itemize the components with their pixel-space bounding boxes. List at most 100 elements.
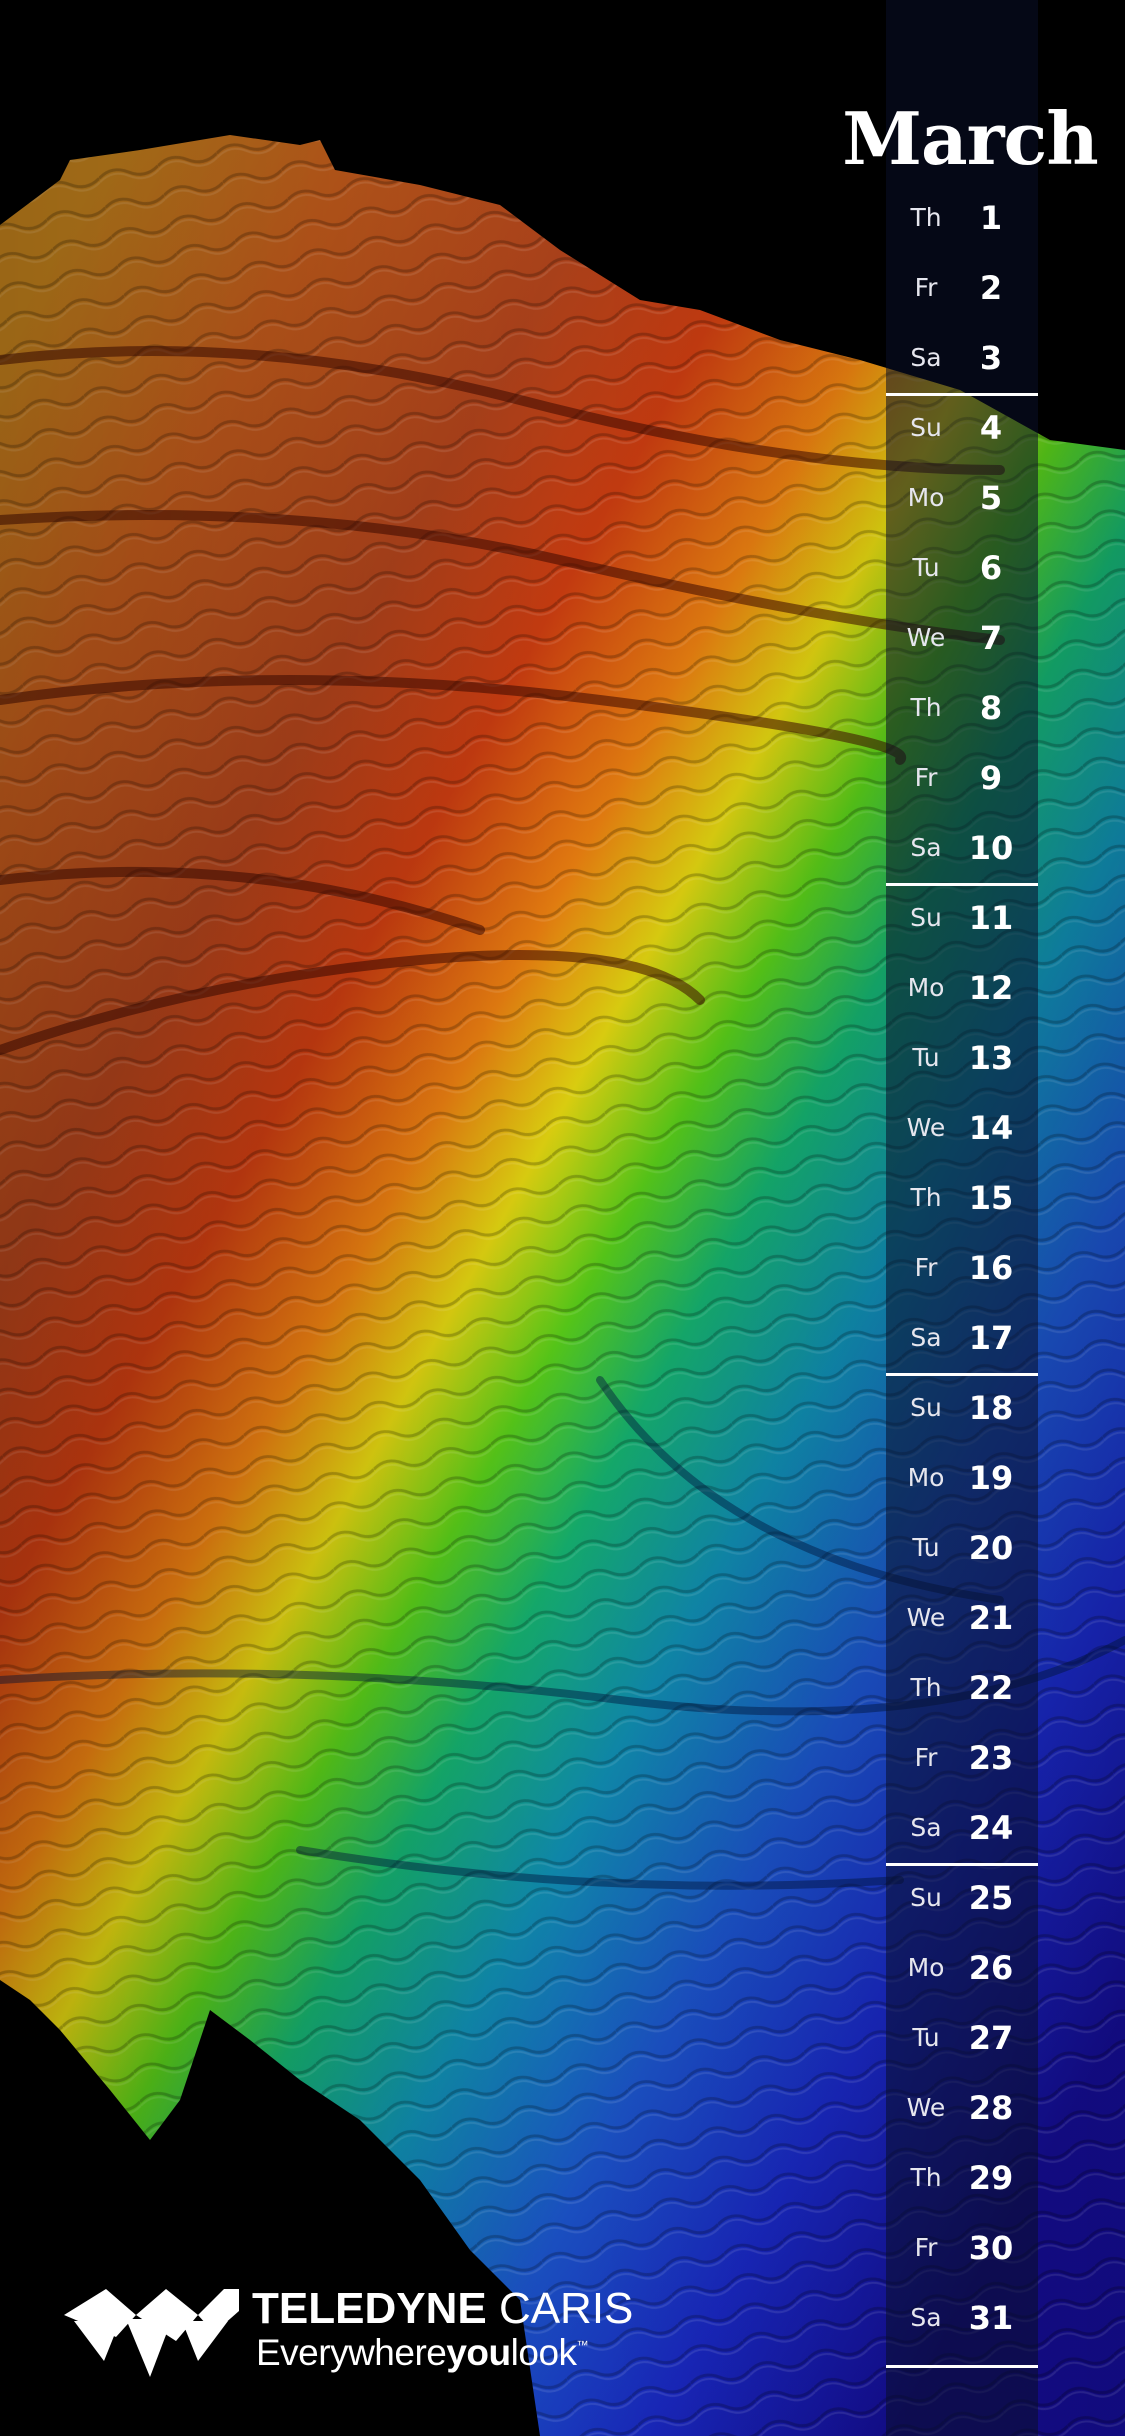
day-number: 1	[979, 199, 1003, 237]
day-of-week: We	[906, 1603, 946, 1632]
calendar-day-row: Fr 30	[886, 2213, 1038, 2283]
month-title: March	[842, 96, 1098, 181]
brand-name: TELEDYNE CARIS	[252, 2284, 633, 2334]
day-of-week: Sa	[910, 2303, 942, 2332]
tagline-part-3: look	[510, 2332, 577, 2373]
calendar-day-row: Su 11	[886, 883, 1038, 953]
day-number: 11	[968, 899, 1014, 937]
day-of-week: We	[906, 1113, 946, 1142]
day-of-week: Sa	[910, 1323, 942, 1352]
calendar-day-row: Sa 17	[886, 1303, 1038, 1373]
brand-tagline: Everywhereyoulook™	[256, 2332, 589, 2374]
day-number: 7	[979, 619, 1003, 657]
day-number: 13	[968, 1039, 1014, 1077]
teledyne-arrows-logo-icon	[64, 2289, 239, 2377]
calendar-day-row: Tu 13	[886, 1023, 1038, 1093]
calendar-day-row: Sa 10	[886, 813, 1038, 883]
calendar-day-row: Th 1	[886, 183, 1038, 253]
day-of-week: Mo	[907, 483, 945, 512]
day-of-week: Su	[910, 1883, 942, 1912]
calendar-day-row: Th 15	[886, 1163, 1038, 1233]
calendar-day-row: We 14	[886, 1093, 1038, 1163]
day-of-week: Fr	[914, 1743, 938, 1772]
day-of-week: Sa	[910, 343, 942, 372]
day-of-week: Tu	[912, 1533, 940, 1562]
day-number: 21	[968, 1599, 1014, 1637]
day-number: 26	[968, 1949, 1014, 1987]
calendar-day-row: Su 4	[886, 393, 1038, 463]
day-of-week: Mo	[907, 1953, 945, 1982]
calendar-day-row: Sa 24	[886, 1793, 1038, 1863]
calendar-day-row: Fr 9	[886, 743, 1038, 813]
day-number: 14	[968, 1109, 1014, 1147]
day-number: 5	[979, 479, 1003, 517]
day-number: 29	[968, 2159, 1014, 2197]
day-of-week: Fr	[914, 1253, 938, 1282]
calendar-day-row: Sa 31	[886, 2283, 1038, 2353]
calendar-day-list: Th 1 Fr 2 Sa 3 Su 4 Mo 5 Tu 6 We 7 Th 8 Fr 9 Sa 10 Su 11 Mo 12 T…	[886, 183, 1038, 2353]
day-number: 8	[979, 689, 1003, 727]
day-of-week: Mo	[907, 973, 945, 1002]
calendar-day-row: Su 18	[886, 1373, 1038, 1443]
calendar-day-row: Tu 6	[886, 533, 1038, 603]
calendar-day-row: Th 22	[886, 1653, 1038, 1723]
calendar-day-row: Tu 20	[886, 1513, 1038, 1583]
day-number: 6	[979, 549, 1003, 587]
calendar-day-row: Th 8	[886, 673, 1038, 743]
day-number: 9	[979, 759, 1003, 797]
teledyne-caris-logo: TELEDYNE CARIS Everywhereyoulook™	[64, 2284, 633, 2384]
day-number: 31	[968, 2299, 1014, 2337]
day-of-week: Su	[910, 413, 942, 442]
day-of-week: Tu	[912, 2023, 940, 2052]
calendar-end-divider	[886, 2365, 1038, 2368]
calendar-day-row: Fr 16	[886, 1233, 1038, 1303]
day-of-week: Tu	[912, 553, 940, 582]
calendar-day-row: Tu 27	[886, 2003, 1038, 2073]
calendar-day-row: Su 25	[886, 1863, 1038, 1933]
day-of-week: Su	[910, 903, 942, 932]
day-number: 23	[968, 1739, 1014, 1777]
day-number: 28	[968, 2089, 1014, 2127]
brand-name-bold: TELEDYNE	[252, 2284, 487, 2333]
day-number: 3	[979, 339, 1003, 377]
day-of-week: We	[906, 2093, 946, 2122]
tagline-part-1: Everywhere	[256, 2332, 447, 2373]
calendar-day-row: Mo 19	[886, 1443, 1038, 1513]
day-of-week: We	[906, 623, 946, 652]
day-number: 18	[968, 1389, 1014, 1427]
day-of-week: Th	[910, 2163, 942, 2192]
calendar-day-row: We 21	[886, 1583, 1038, 1653]
day-of-week: Th	[910, 693, 942, 722]
day-of-week: Tu	[912, 1043, 940, 1072]
day-number: 30	[968, 2229, 1014, 2267]
day-of-week: Mo	[907, 1463, 945, 1492]
day-number: 16	[968, 1249, 1014, 1287]
calendar-day-row: Sa 3	[886, 323, 1038, 393]
calendar-day-row: Fr 23	[886, 1723, 1038, 1793]
day-number: 4	[979, 409, 1003, 447]
day-number: 10	[968, 829, 1014, 867]
day-of-week: Fr	[914, 763, 938, 792]
day-of-week: Sa	[910, 833, 942, 862]
day-of-week: Th	[910, 1673, 942, 1702]
day-of-week: Su	[910, 1393, 942, 1422]
tagline-part-2: you	[446, 2332, 511, 2373]
day-of-week: Th	[910, 1183, 942, 1212]
day-of-week: Fr	[914, 273, 938, 302]
day-of-week: Th	[910, 203, 942, 232]
calendar-day-row: Fr 2	[886, 253, 1038, 323]
day-of-week: Fr	[914, 2233, 938, 2262]
calendar-day-row: Mo 5	[886, 463, 1038, 533]
day-number: 25	[968, 1879, 1014, 1917]
brand-name-light: CARIS	[498, 2284, 634, 2333]
day-number: 24	[968, 1809, 1014, 1847]
day-number: 12	[968, 969, 1014, 1007]
day-number: 2	[979, 269, 1003, 307]
tagline-trademark: ™	[576, 2338, 589, 2352]
calendar-day-row: We 28	[886, 2073, 1038, 2143]
day-number: 17	[968, 1319, 1014, 1357]
day-number: 20	[968, 1529, 1014, 1567]
day-number: 22	[968, 1669, 1014, 1707]
day-of-week: Sa	[910, 1813, 942, 1842]
day-number: 15	[968, 1179, 1014, 1217]
